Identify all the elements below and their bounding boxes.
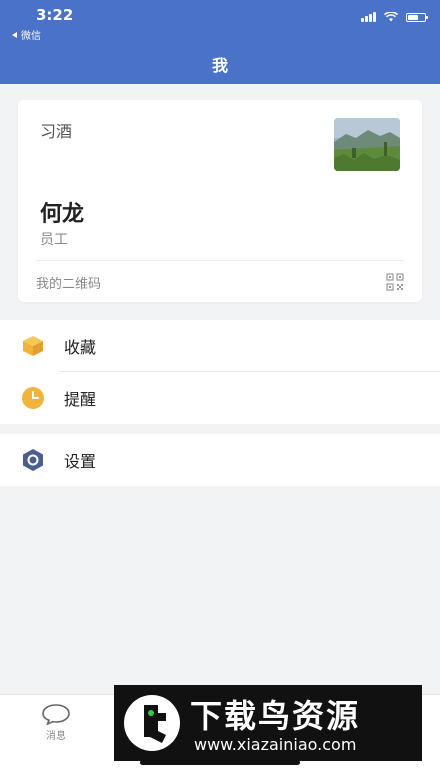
header-bar: 3:22 微信 我: [0, 0, 440, 84]
menu-label-favorites: 收藏: [64, 338, 97, 357]
clock-icon: [20, 385, 46, 411]
menu-item-reminders[interactable]: 提醒: [0, 372, 440, 424]
back-app-label: 微信: [21, 31, 41, 42]
organization-name: 习酒: [40, 122, 73, 141]
status-icons: [361, 12, 428, 22]
user-name: 何龙: [40, 202, 85, 227]
box-icon: [20, 333, 46, 359]
avatar[interactable]: [334, 118, 400, 171]
page-title: 我: [211, 56, 228, 75]
landscape-photo-icon: [334, 118, 400, 171]
divider: [36, 260, 404, 261]
menu-label-settings: 设置: [64, 452, 97, 471]
profile-card[interactable]: 习酒 何龙 员工 我的二维码: [18, 100, 422, 302]
qr-code-icon[interactable]: [386, 273, 404, 291]
menu-item-settings[interactable]: 设置: [0, 434, 440, 486]
watermark-title: 下载鸟资源: [190, 697, 361, 735]
tab-messages-label: 消息: [46, 731, 66, 742]
chat-bubble-icon: [42, 704, 70, 725]
wifi-icon: [384, 12, 398, 22]
user-role: 员工: [40, 232, 68, 248]
bird-logo-icon: [124, 695, 180, 751]
menu-item-favorites[interactable]: 收藏: [0, 320, 440, 372]
qr-code-label[interactable]: 我的二维码: [36, 273, 101, 292]
back-arrow-icon: [12, 31, 17, 38]
menu-group-primary: 收藏 提醒: [0, 320, 440, 424]
signal-icon: [361, 12, 376, 22]
back-to-app-link[interactable]: 微信: [12, 27, 41, 42]
battery-icon: [406, 12, 428, 22]
home-indicator: [140, 760, 300, 765]
settings-icon: [20, 447, 46, 473]
menu-group-secondary: 设置: [0, 434, 440, 486]
status-time: 3:22: [36, 6, 74, 24]
tab-messages[interactable]: 消息: [36, 703, 76, 742]
watermark-banner: 下载鸟资源 www.xiazainiao.com: [114, 685, 422, 761]
watermark-url: www.xiazainiao.com: [194, 735, 357, 754]
menu-label-reminders: 提醒: [64, 390, 97, 409]
